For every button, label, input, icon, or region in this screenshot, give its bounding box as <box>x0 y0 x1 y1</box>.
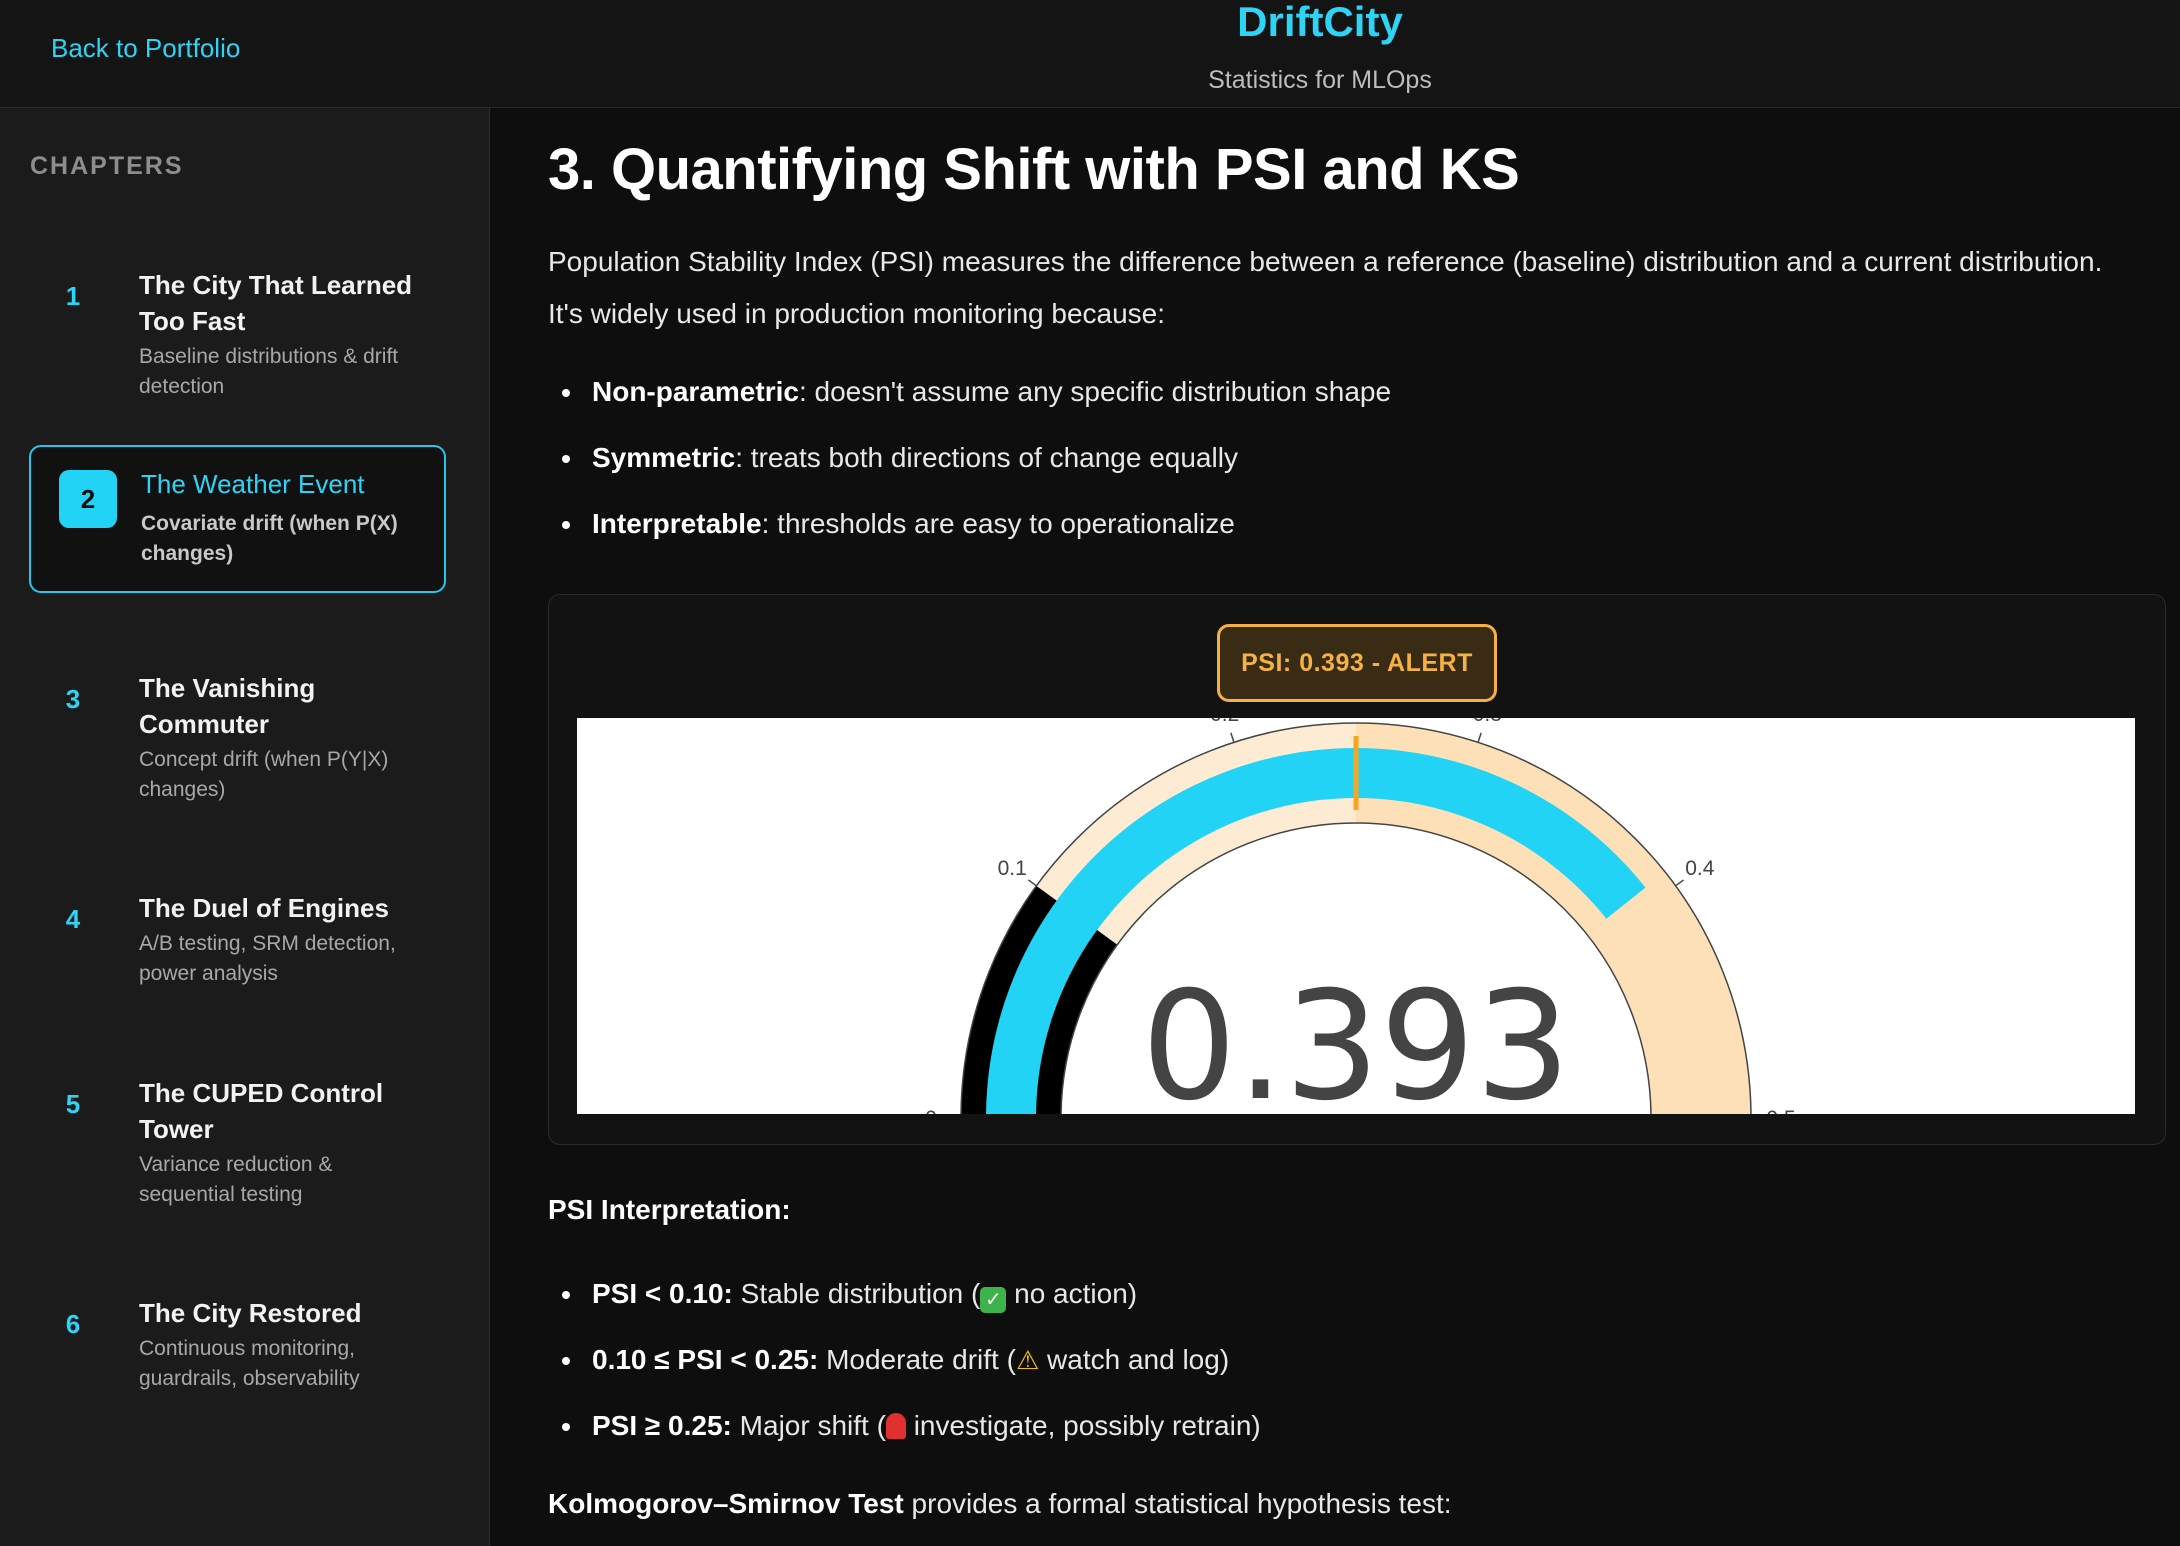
top-bar: Back to Portfolio DriftCity Statistics f… <box>0 0 2180 108</box>
chapters-heading: CHAPTERS <box>30 152 184 180</box>
gauge-tick-label: 0.3 <box>1473 718 1502 726</box>
section-title: 3. Quantifying Shift with PSI and KS <box>548 137 1520 202</box>
list-item: PSI ≥ 0.25: Major shift ( investigate, p… <box>548 1406 1261 1472</box>
gauge-tick-label: 0.1 <box>998 857 1027 880</box>
gauge-value-label: 0.393 <box>1141 960 1570 1114</box>
gauge-tick <box>1477 732 1482 743</box>
brand-subtitle: Statistics for MLOps <box>1208 66 1432 94</box>
psi-alert-badge: PSI: 0.393 - ALERT <box>1217 624 1497 702</box>
chapter-item-1[interactable]: 1 The City That Learned Too Fast Baselin… <box>29 245 446 398</box>
gauge-tick-label: 0.5 <box>1766 1107 1795 1114</box>
chapters-sidebar: CHAPTERS 1 The City That Learned Too Fas… <box>0 108 490 1546</box>
psi-properties-list: Non-parametric: doesn't assume any speci… <box>548 372 1391 570</box>
chapter-subtitle: Continuous monitoring, guardrails, obser… <box>139 1337 360 1390</box>
chapter-number-badge: 2 <box>59 470 117 528</box>
chapter-title: The Duel of Engines <box>139 893 389 923</box>
chapter-item-6[interactable]: 6 The City Restored Continuous monitorin… <box>29 1273 446 1393</box>
chapter-subtitle: Covariate drift (when P(X) changes) <box>141 512 398 565</box>
intro-paragraph: Population Stability Index (PSI) measure… <box>548 246 2103 329</box>
gauge-tick <box>1230 732 1235 743</box>
chapter-subtitle: A/B testing, SRM detection, power analys… <box>139 932 396 985</box>
list-item: Non-parametric: doesn't assume any speci… <box>548 372 1391 438</box>
psi-interpretation-heading: PSI Interpretation: <box>548 1194 791 1225</box>
chapter-title: The City That Learned Too Fast <box>139 270 413 336</box>
list-item: Symmetric: treats both directions of cha… <box>548 438 1391 504</box>
list-item: Interpretable: thresholds are easy to op… <box>548 504 1391 570</box>
list-item: PSI < 0.10: Stable distribution (✓ no ac… <box>548 1274 1261 1340</box>
back-to-portfolio-link[interactable]: Back to Portfolio <box>51 33 240 64</box>
brand-title: DriftCity <box>1237 0 1403 45</box>
chapter-title: The CUPED Control Tower <box>139 1078 384 1144</box>
check-mark-icon: ✓ <box>980 1287 1007 1313</box>
warning-icon: ⚠ <box>1015 1345 1040 1375</box>
chapter-subtitle: Concept drift (when P(Y|X) changes) <box>139 748 389 801</box>
gauge-tick-label: 0 <box>925 1107 937 1114</box>
gauge-svg: 0 0.1 0.2 0.3 0.4 0.5 0.393 <box>925 718 1796 1114</box>
gauge-tick <box>1027 879 1037 887</box>
siren-icon <box>885 1413 906 1439</box>
chapter-title: The Weather Event <box>141 469 365 499</box>
chapter-item-2[interactable]: 2 The Weather Event Covariate drift (whe… <box>29 445 446 593</box>
chapter-subtitle: Baseline distributions & drift detection <box>139 345 399 398</box>
chapter-item-5[interactable]: 5 The CUPED Control Tower Variance reduc… <box>29 1053 446 1206</box>
chapter-item-4[interactable]: 4 The Duel of Engines A/B testing, SRM d… <box>29 868 446 988</box>
ks-test-paragraph: Kolmogorov–Smirnov Test provides a forma… <box>548 1488 1452 1519</box>
chapter-title: The City Restored <box>139 1298 362 1328</box>
list-item: 0.10 ≤ PSI < 0.25: Moderate drift (⚠ wat… <box>548 1340 1261 1406</box>
chapter-subtitle: Variance reduction & sequential testing <box>139 1153 333 1206</box>
psi-interpretation-list: PSI < 0.10: Stable distribution (✓ no ac… <box>548 1274 1261 1472</box>
gauge-tick-label: 0.4 <box>1685 857 1715 880</box>
gauge-tick-label: 0.2 <box>1210 718 1239 726</box>
chapter-title: The Vanishing Commuter <box>139 673 316 739</box>
chapter-item-3[interactable]: 3 The Vanishing Commuter Concept drift (… <box>29 648 446 801</box>
gauge-tick <box>1675 879 1685 887</box>
psi-gauge-chart: 0 0.1 0.2 0.3 0.4 0.5 0.393 <box>577 718 2135 1114</box>
